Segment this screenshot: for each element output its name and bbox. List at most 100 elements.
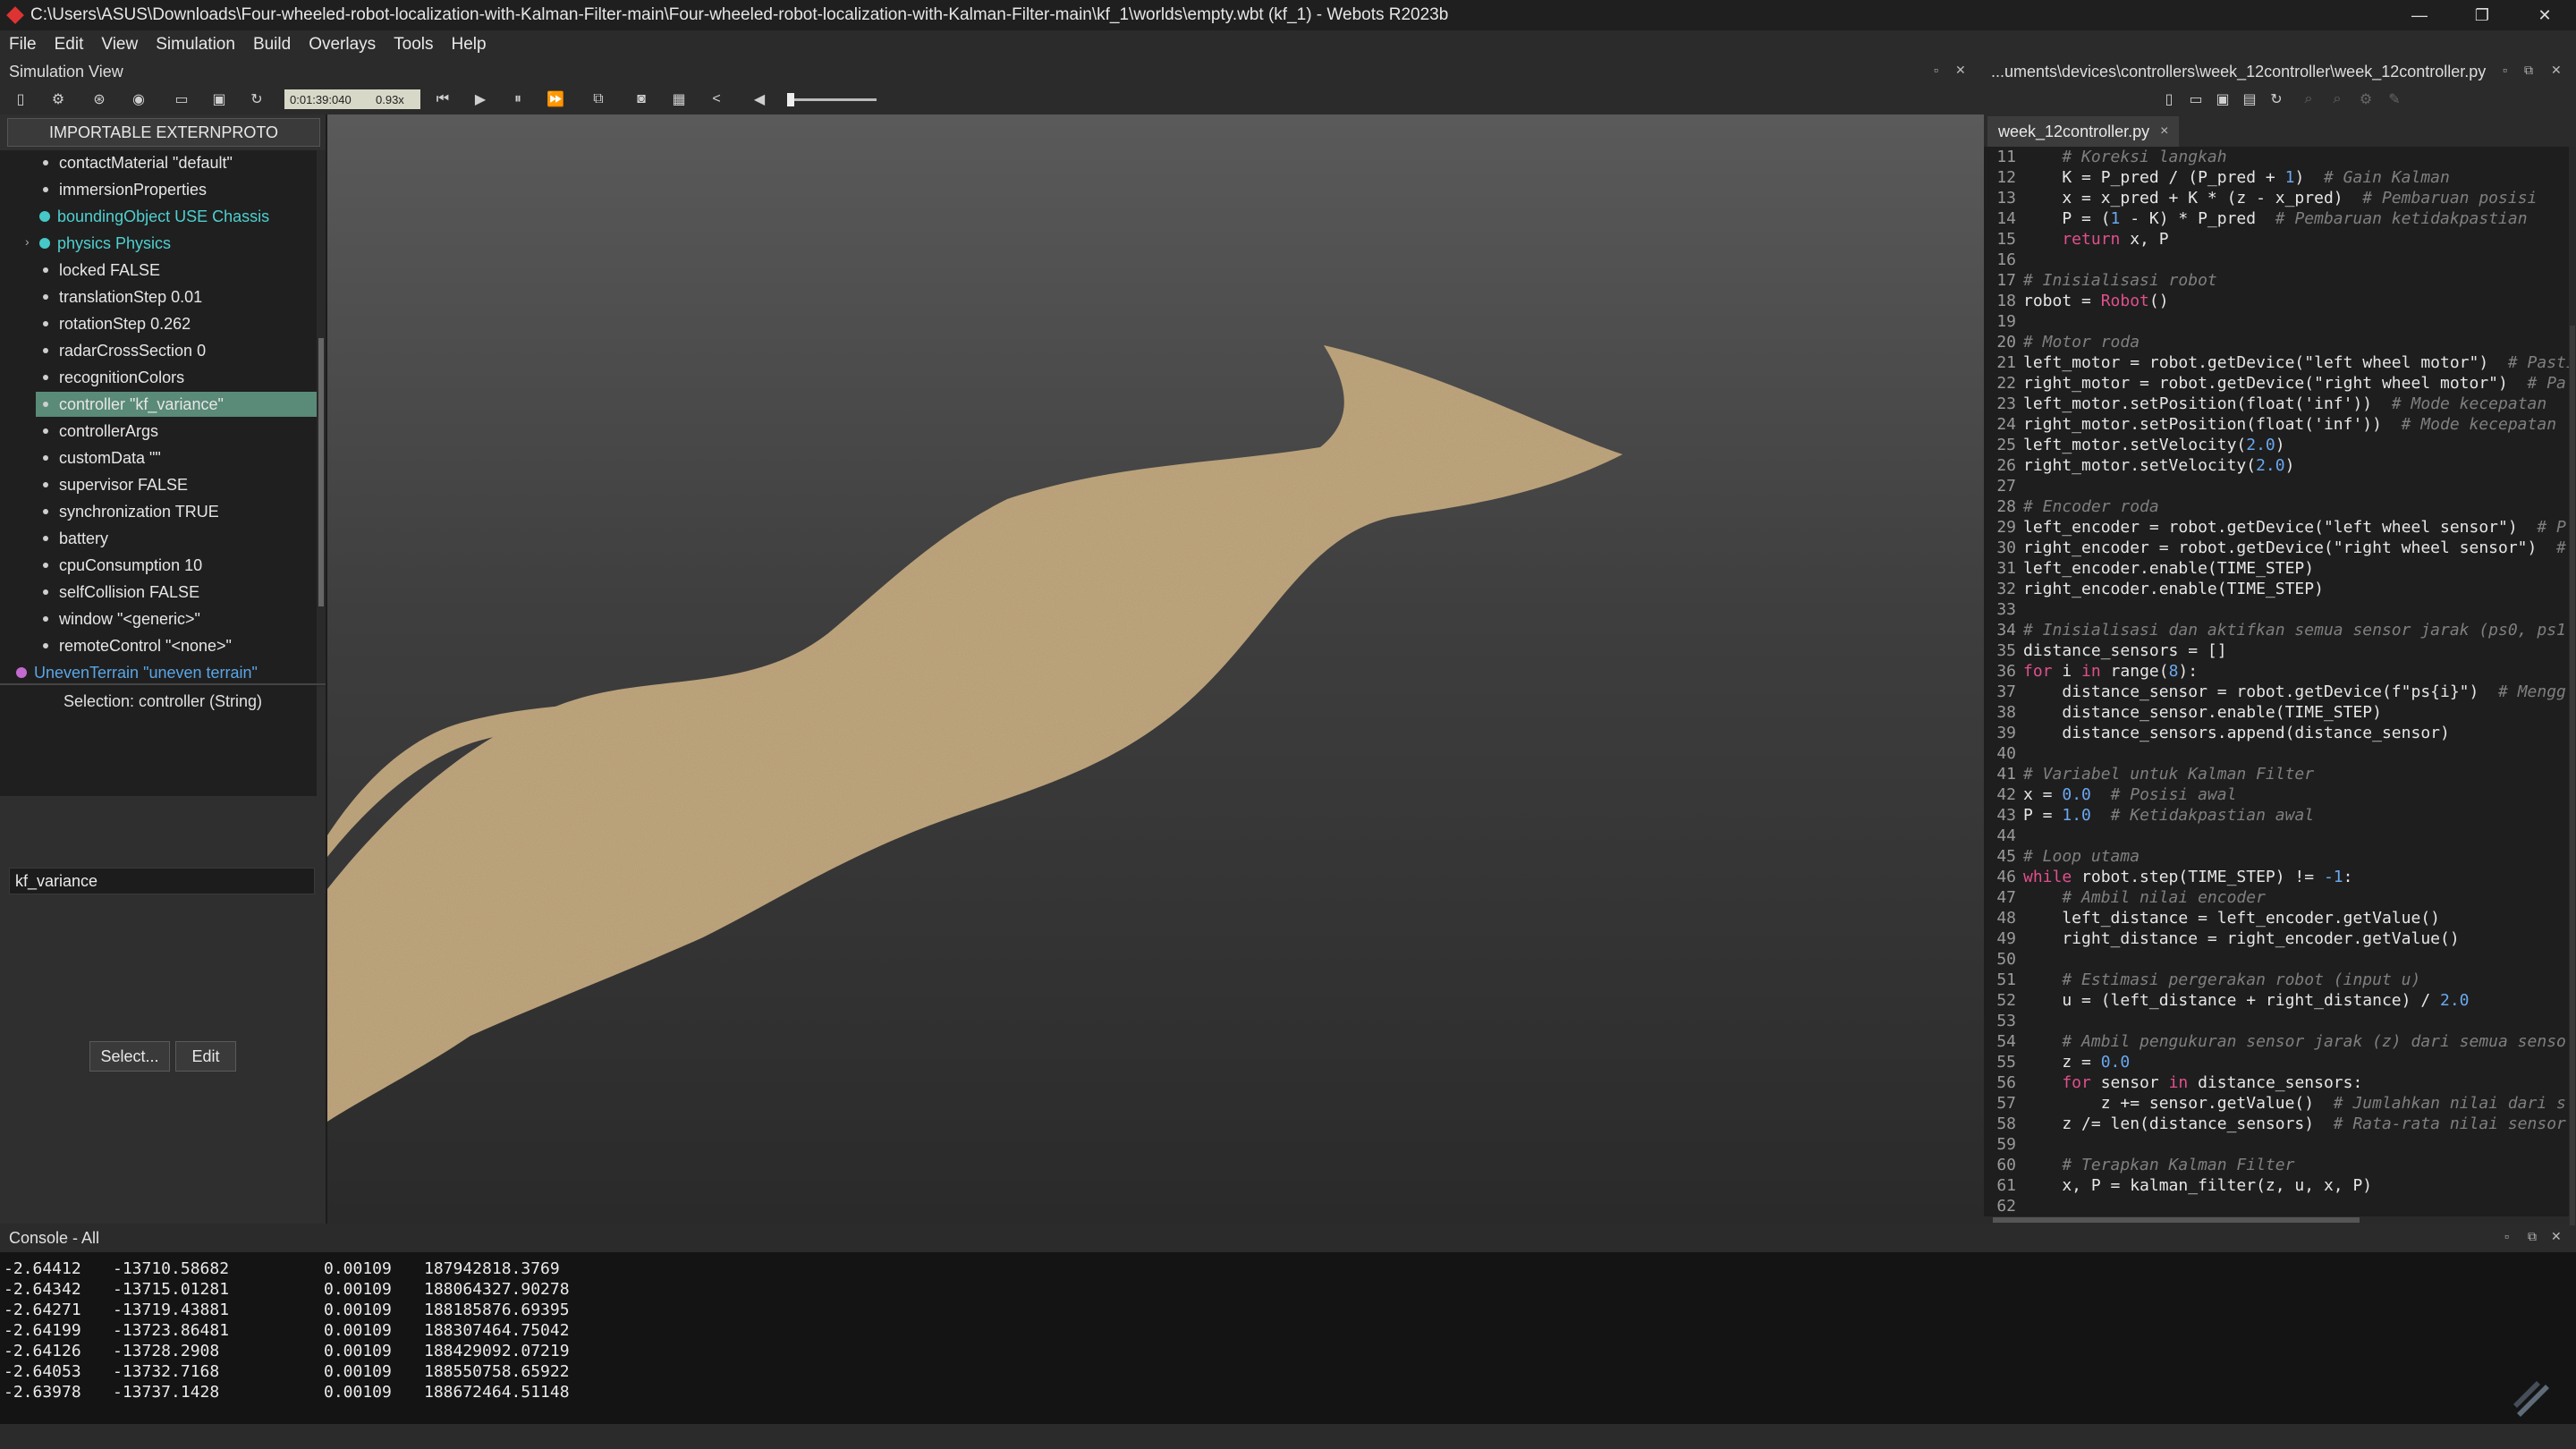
- scene-tree-scrollbar[interactable]: [317, 150, 326, 687]
- code-line[interactable]: 12 K = P_pred / (P_pred + 1) # Gain Kalm…: [1984, 167, 2450, 188]
- code-line[interactable]: 41 # Variabel untuk Kalman Filter: [1984, 764, 2314, 784]
- revert-icon[interactable]: ↻: [2267, 89, 2286, 109]
- expand-arrow-icon[interactable]: ›: [25, 234, 30, 249]
- tree-item-immersion-properties[interactable]: immersionProperties: [36, 177, 207, 202]
- code-line[interactable]: 54 # Ambil pengukuran sensor jarak (z) d…: [1984, 1031, 2566, 1052]
- code-line[interactable]: 61 x, P = kalman_filter(z, u, x, P): [1984, 1175, 2372, 1196]
- maximize-panel-icon[interactable]: ⧉: [2528, 1229, 2537, 1244]
- tree-item-controller-args[interactable]: controllerArgs: [36, 419, 158, 444]
- find-icon[interactable]: ⌕: [2299, 89, 2318, 109]
- eye-icon[interactable]: ◉: [129, 89, 148, 109]
- controller-field-input[interactable]: kf_variance: [9, 868, 315, 894]
- tree-item-recognition-colors[interactable]: recognitionColors: [36, 365, 184, 390]
- build-icon[interactable]: ⚙: [2356, 89, 2376, 109]
- select-button[interactable]: Select...: [89, 1041, 170, 1072]
- menu-help[interactable]: Help: [443, 35, 496, 55]
- code-line[interactable]: 27: [1984, 476, 2023, 496]
- toggle-scene-tree-icon[interactable]: ▯: [11, 89, 30, 109]
- importable-externproto-button[interactable]: IMPORTABLE EXTERNPROTO: [7, 118, 320, 147]
- code-line[interactable]: 17 # Inisialisasi robot: [1984, 270, 2216, 291]
- code-line[interactable]: 55 z = 0.0: [1984, 1052, 2130, 1072]
- tree-item-locked[interactable]: locked FALSE: [36, 258, 160, 283]
- tree-item-radar-cross-section[interactable]: radarCrossSection 0: [36, 338, 206, 363]
- save-icon[interactable]: ▣: [209, 89, 229, 109]
- new-file-icon[interactable]: ▯: [2159, 89, 2179, 109]
- code-line[interactable]: 26 right_motor.setVelocity(2.0): [1984, 455, 2294, 476]
- code-line[interactable]: 47 # Ambil nilai encoder: [1984, 887, 2266, 908]
- code-line[interactable]: 38 distance_sensor.enable(TIME_STEP): [1984, 702, 2382, 723]
- code-line[interactable]: 18 robot = Robot(): [1984, 291, 2168, 311]
- save-file-icon[interactable]: ▣: [2213, 89, 2233, 109]
- menu-edit[interactable]: Edit: [46, 35, 93, 55]
- code-line[interactable]: 28 # Encoder roda: [1984, 496, 2158, 517]
- code-line[interactable]: 21 left_motor = robot.getDevice("left whe…: [1984, 352, 2569, 373]
- float-panel-icon[interactable]: ▫: [2504, 1229, 2509, 1243]
- menu-build[interactable]: Build: [244, 35, 300, 55]
- volume-icon[interactable]: ◀: [750, 89, 769, 109]
- replace-icon[interactable]: ⌕: [2327, 89, 2347, 109]
- play-icon[interactable]: ▶: [470, 89, 490, 109]
- code-line[interactable]: 46 while robot.step(TIME_STEP) != -1:: [1984, 867, 2352, 887]
- code-line[interactable]: 50: [1984, 949, 2023, 970]
- code-line[interactable]: 59: [1984, 1134, 2023, 1155]
- fast-forward-icon[interactable]: ⏩: [546, 89, 565, 109]
- code-line[interactable]: 23 left_motor.setPosition(float('inf')) #…: [1984, 394, 2546, 414]
- close-panel-icon[interactable]: ✕: [2551, 1229, 2562, 1244]
- code-line[interactable]: 13 x = x_pred + K * (z - x_pred) # Pemba…: [1984, 188, 2537, 208]
- code-line[interactable]: 52 u = (left_distance + right_distance) …: [1984, 990, 2469, 1011]
- menu-tools[interactable]: Tools: [385, 35, 442, 55]
- tree-item-translation-step[interactable]: translationStep 0.01: [36, 284, 202, 309]
- clean-icon[interactable]: ✎: [2385, 89, 2404, 109]
- scrollbar-thumb[interactable]: [2570, 326, 2575, 1327]
- code-line[interactable]: 15 return x, P: [1984, 229, 2168, 250]
- tree-item-controller[interactable]: controller "kf_variance": [36, 392, 317, 417]
- code-line[interactable]: 39 distance_sensors.append(distance_sens…: [1984, 723, 2450, 743]
- tree-item-bounding-object[interactable]: boundingObject USE Chassis: [36, 204, 269, 229]
- maximize-button[interactable]: ❐: [2451, 0, 2513, 30]
- console-output[interactable]: -2.64412 -13710.58682 0.00109 187942818.376…: [0, 1252, 2576, 1424]
- float-panel-icon[interactable]: ▫: [2503, 63, 2507, 77]
- code-line[interactable]: 33: [1984, 599, 2023, 620]
- tree-item-window[interactable]: window "<generic>": [36, 606, 200, 631]
- code-line[interactable]: 25 left_motor.setVelocity(2.0): [1984, 435, 2284, 455]
- code-line[interactable]: 56 for sensor in distance_sensors:: [1984, 1072, 2362, 1093]
- menu-file[interactable]: File: [0, 35, 46, 55]
- record-movie-icon[interactable]: ▦: [669, 89, 689, 109]
- reset-icon[interactable]: ↻: [247, 89, 267, 109]
- code-editor[interactable]: 11 # Koreksi langkah 12 K = P_pred / (P_p…: [1984, 147, 2569, 1216]
- code-line[interactable]: 20 # Motor roda: [1984, 332, 2140, 352]
- code-line[interactable]: 37 distance_sensor = robot.getDevice(f"p…: [1984, 682, 2566, 702]
- close-button[interactable]: ✕: [2513, 0, 2576, 30]
- code-line[interactable]: 14 P = (1 - K) * P_pred # Pembaruan keti…: [1984, 208, 2527, 229]
- code-line[interactable]: 51 # Estimasi pergerakan robot (input u): [1984, 970, 2420, 990]
- code-line[interactable]: 35 distance_sensors = []: [1984, 640, 2226, 661]
- open-folder-icon[interactable]: ▭: [172, 89, 191, 109]
- code-line[interactable]: 42 x = 0.0 # Posisi awal: [1984, 784, 2236, 805]
- maximize-panel-icon[interactable]: ⧉: [2524, 63, 2533, 78]
- share-icon[interactable]: <: [707, 89, 726, 109]
- tree-item-rotation-step[interactable]: rotationStep 0.262: [36, 311, 191, 336]
- scrollbar-thumb[interactable]: [318, 338, 324, 606]
- code-line[interactable]: 60 # Terapkan Kalman Filter: [1984, 1155, 2294, 1175]
- close-panel-icon[interactable]: ✕: [2551, 63, 2562, 78]
- code-line[interactable]: 58 z /= len(distance_sensors) # Rata-rat…: [1984, 1114, 2566, 1134]
- float-panel-icon[interactable]: ▫: [1934, 63, 1938, 77]
- menu-view[interactable]: View: [92, 35, 147, 55]
- code-line[interactable]: 57 z += sensor.getValue() # Jumlahkan ni…: [1984, 1093, 2566, 1114]
- tree-item-self-collision[interactable]: selfCollision FALSE: [36, 580, 199, 605]
- open-file-icon[interactable]: ▭: [2186, 89, 2206, 109]
- tree-item-contact-material[interactable]: contactMaterial "default": [36, 150, 233, 175]
- step-back-icon[interactable]: ⏮: [433, 89, 453, 109]
- close-panel-icon[interactable]: ✕: [1955, 63, 1966, 78]
- menu-simulation[interactable]: Simulation: [147, 35, 244, 55]
- reload-world-icon[interactable]: ⊛: [89, 89, 109, 109]
- code-line[interactable]: 49 right_distance = right_encoder.getVal…: [1984, 928, 2459, 949]
- tree-item-remote-control[interactable]: remoteControl "<none>": [36, 633, 232, 658]
- code-line[interactable]: 40: [1984, 743, 2023, 764]
- tree-item-synchronization[interactable]: synchronization TRUE: [36, 499, 219, 524]
- camera-icon[interactable]: ◙: [631, 89, 651, 109]
- tree-item-supervisor[interactable]: supervisor FALSE: [36, 472, 188, 497]
- tree-item-uneven-terrain[interactable]: UnevenTerrain "uneven terrain": [13, 660, 258, 685]
- 3d-viewport[interactable]: [327, 114, 1984, 1224]
- tab-week-12-controller[interactable]: week_12controller.py ×: [1987, 116, 2180, 147]
